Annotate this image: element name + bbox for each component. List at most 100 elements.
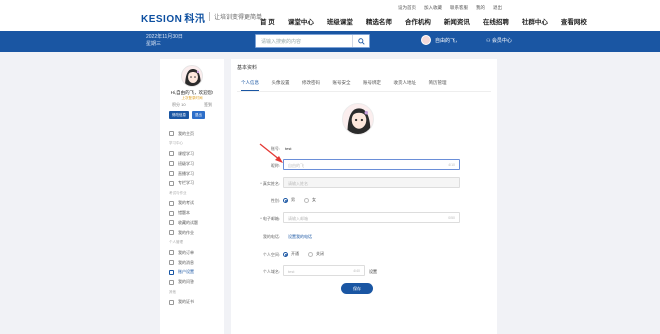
email-field[interactable]: 请输入邮箱 0/50	[283, 212, 460, 223]
tab-password[interactable]: 修改密码	[302, 80, 320, 91]
domain-suffix: 设置	[369, 269, 377, 274]
sidebar-item-label: 直播学习	[178, 170, 194, 176]
nav-classes[interactable]: 班级课堂	[327, 16, 353, 26]
tab-resume[interactable]: 简历管理	[429, 80, 447, 91]
sidebar-section: 考试与作业	[169, 188, 221, 198]
edit-info-button[interactable]: 修改信息	[169, 111, 189, 119]
nickname-counter: 4/10	[448, 163, 455, 167]
nav-home[interactable]: 首 页	[260, 16, 275, 26]
set-phone-link[interactable]: 设置我的电话	[288, 234, 312, 240]
menu-item-icon	[169, 200, 174, 206]
sidebar-item[interactable]: 我的消息	[169, 258, 221, 268]
points-stat[interactable]: 积分 10	[172, 102, 186, 108]
sidebar-item[interactable]: 我的主页	[169, 129, 221, 139]
email-placeholder: 请输入邮箱	[288, 216, 308, 221]
sidebar-item-label: 课程学习	[178, 150, 194, 156]
sidebar-menu: 我的主页学习中心 课程学习班级学习直播学习专栏学习考试与作业我的考试错题本收藏的试…	[169, 129, 221, 307]
menu-item-icon	[169, 210, 174, 216]
sidebar-item-label: 我的主页	[178, 130, 194, 136]
sidebar-item[interactable]: 专栏学习	[169, 178, 221, 188]
user-avatar	[421, 35, 431, 45]
radio-checked-icon	[283, 197, 288, 203]
tab-security[interactable]: 账号安全	[333, 80, 351, 91]
date-text: 2022年11月30日	[146, 34, 183, 40]
sidebar-item[interactable]: 我的证书	[169, 297, 221, 307]
nav-partners[interactable]: 合作机构	[405, 16, 431, 26]
tab-divider	[237, 91, 491, 92]
site-slogan: 让培训变得更简单	[209, 12, 262, 21]
sidebar-section: 其他	[169, 287, 221, 297]
search-button[interactable]	[352, 35, 369, 47]
sidebar-item[interactable]: 收藏的试题	[169, 218, 221, 228]
email-counter: 0/50	[448, 216, 455, 220]
sidebar-item[interactable]: 我的作业	[169, 228, 221, 238]
search-box[interactable]: 请输入搜索的内容	[255, 34, 370, 48]
space-label: 个人空间:	[262, 252, 280, 257]
gender-male-radio[interactable]: 男	[283, 197, 295, 203]
link-mine[interactable]: 我的	[476, 5, 485, 11]
tab-address[interactable]: 收货人地址	[394, 80, 417, 91]
checkin-stat[interactable]: 签到	[204, 102, 212, 108]
sidebar-item[interactable]: 直播学习	[169, 169, 221, 179]
space-open-label: 开通	[291, 251, 299, 256]
site-logo[interactable]: KESION 科汛	[141, 10, 205, 25]
menu-item-icon	[169, 180, 174, 186]
space-open-radio[interactable]: 开通	[283, 251, 299, 257]
menu-item-icon	[169, 151, 174, 157]
sidebar-section: 学习中心	[169, 139, 221, 149]
link-logout[interactable]: 退出	[493, 5, 502, 11]
profile-panel: 基本资料 个人信息 头像设置 修改密码 账号安全 账号绑定 收货人地址 简历管理…	[231, 59, 497, 334]
sidebar-item[interactable]: 课程学习	[169, 149, 221, 159]
sidebar-item[interactable]: 我的考试	[169, 198, 221, 208]
link-service[interactable]: 联系客服	[450, 5, 468, 11]
realname-field[interactable]: 请输入姓名	[283, 177, 460, 188]
top-links: 设为首页 加入收藏 联系客服 我的 退出	[398, 5, 510, 11]
nav-news[interactable]: 新闻资讯	[444, 16, 470, 26]
sidebar-item-label: 考试与作业	[169, 190, 187, 195]
sidebar-item[interactable]: 班级学习	[169, 159, 221, 169]
domain-field[interactable]: test 4/40	[283, 265, 365, 276]
sidebar-logout-button[interactable]: 退出	[192, 111, 205, 119]
search-input[interactable]: 请输入搜索的内容	[261, 38, 301, 45]
tab-avatar[interactable]: 头像设置	[272, 80, 290, 91]
sidebar-item-label: 专栏学习	[178, 180, 194, 186]
nav-community[interactable]: 社群中心	[522, 16, 548, 26]
realname-label: * 真实姓名:	[260, 181, 280, 186]
search-icon	[357, 37, 365, 45]
sidebar-item-label: 错题本	[178, 210, 190, 216]
link-favorite[interactable]: 加入收藏	[424, 5, 442, 11]
sidebar-item[interactable]: 账户设置	[169, 267, 221, 277]
tab-personal-info[interactable]: 个人信息	[241, 80, 259, 91]
phone-label: 我的电话:	[262, 234, 280, 239]
sidebar-section: 个人管理	[169, 238, 221, 248]
sidebar-item-label: 我的证书	[178, 299, 194, 305]
radio-unchecked-icon	[304, 197, 309, 203]
sidebar-item[interactable]: 我的订单	[169, 248, 221, 258]
menu-item-icon	[169, 230, 174, 236]
sidebar-item-label: 班级学习	[178, 160, 194, 166]
sidebar-item-label: 其他	[169, 289, 176, 294]
blue-banner: 2022年11月30日 星期三 请输入搜索的内容 自由的飞， ⚇ 会员中心	[0, 31, 660, 52]
user-chip[interactable]: 自由的飞，	[421, 35, 460, 45]
tab-binding[interactable]: 账号绑定	[363, 80, 381, 91]
nav-teachers[interactable]: 精选名师	[366, 16, 392, 26]
domain-placeholder: test	[288, 269, 295, 274]
link-set-home[interactable]: 设为首页	[398, 5, 416, 11]
nav-courses[interactable]: 课堂中心	[288, 16, 314, 26]
sidebar-item[interactable]: 我的问答	[169, 277, 221, 287]
sidebar-item[interactable]: 错题本	[169, 208, 221, 218]
sidebar-avatar[interactable]	[181, 65, 203, 87]
nickname-field[interactable]: 自由的飞 4/10	[283, 159, 460, 170]
profile-avatar[interactable]	[342, 103, 374, 135]
gender-female-radio[interactable]: 女	[304, 197, 316, 203]
space-close-radio[interactable]: 关闭	[308, 251, 324, 257]
profile-tabs: 个人信息 头像设置 修改密码 账号安全 账号绑定 收货人地址 简历管理	[241, 80, 459, 91]
save-button[interactable]: 保存	[341, 283, 373, 294]
menu-item-icon	[169, 161, 174, 167]
member-center-link[interactable]: ⚇ 会员中心	[486, 37, 512, 44]
realname-placeholder: 请输入姓名	[288, 181, 308, 186]
nav-jobs[interactable]: 在线招聘	[483, 16, 509, 26]
avatar-illustration	[182, 66, 202, 86]
nav-school[interactable]: 查看网校	[561, 16, 587, 26]
annotation-arrow-icon	[259, 143, 283, 163]
